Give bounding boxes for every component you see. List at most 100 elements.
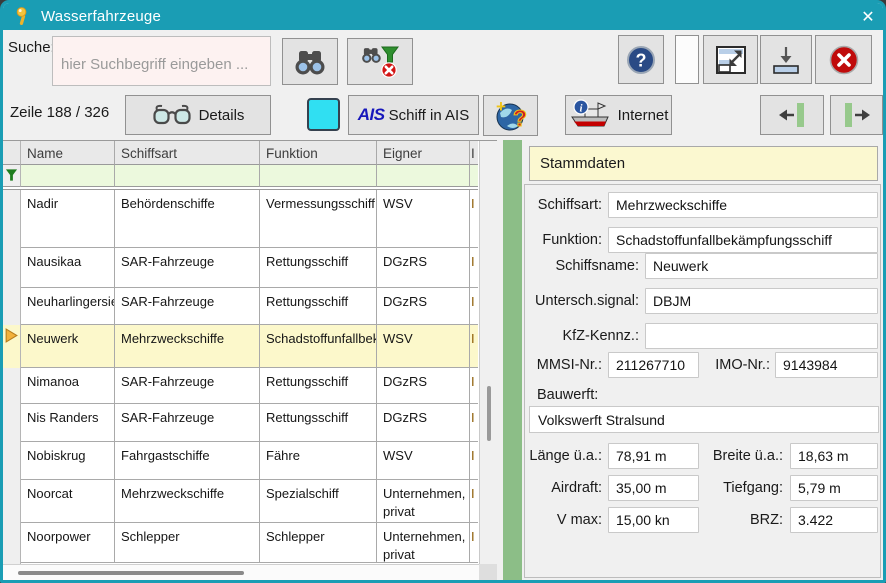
next-record-button[interactable] bbox=[830, 95, 883, 135]
cell-schiffsart[interactable]: SAR-Fahrzeuge bbox=[115, 404, 260, 442]
column-header-schiffsart[interactable]: Schiffsart bbox=[115, 141, 260, 165]
cell-eigner[interactable]: DGzRS bbox=[377, 288, 470, 325]
table-row[interactable]: Noorcat Mehrzweckschiffe Spezialschiff U… bbox=[3, 480, 478, 523]
search-input[interactable] bbox=[52, 36, 271, 86]
search-label: Suche: bbox=[8, 39, 55, 56]
table-row[interactable]: Noorpower Schlepper Schlepper Unternehme… bbox=[3, 523, 478, 563]
clear-search-button[interactable] bbox=[347, 38, 413, 85]
cell-funktion[interactable]: Rettungsschiff bbox=[260, 368, 377, 404]
table-row[interactable]: Nadir Behördenschiffe Vermessungsschiff … bbox=[3, 190, 478, 248]
cell-name[interactable]: Nobiskrug bbox=[21, 442, 115, 480]
cell-eigner[interactable]: DGzRS bbox=[377, 404, 470, 442]
svg-text:?: ? bbox=[636, 50, 647, 70]
cell-funktion[interactable]: Rettungsschiff bbox=[260, 248, 377, 288]
cell-schiffsart[interactable]: Mehrzweckschiffe bbox=[115, 325, 260, 368]
cell-name[interactable]: Nis Randers bbox=[21, 404, 115, 442]
cell-eigner[interactable]: DGzRS bbox=[377, 248, 470, 288]
funktion-field[interactable] bbox=[608, 227, 878, 253]
schiffsname-label: Schiffsname: bbox=[532, 258, 639, 274]
imo-field[interactable] bbox=[775, 352, 878, 378]
table-row[interactable]: Nobiskrug Fahrgastschiffe Fähre WSV I bbox=[3, 442, 478, 480]
cell-name[interactable]: Noorcat bbox=[21, 480, 115, 523]
filter-row[interactable] bbox=[3, 165, 478, 187]
cell-funktion[interactable]: Schadstoffunfallbek bbox=[260, 325, 377, 368]
schiffsname-field[interactable] bbox=[645, 253, 878, 279]
horizontal-scrollbar-thumb[interactable] bbox=[18, 571, 244, 575]
funktion-label: Funktion: bbox=[512, 232, 602, 248]
schiffsart-field[interactable] bbox=[608, 192, 878, 218]
cell-funktion[interactable]: Rettungsschiff bbox=[260, 404, 377, 442]
bauwerft-label: Bauwerft: bbox=[537, 387, 617, 403]
table-row[interactable]: Neuharlingersie SAR-Fahrzeuge Rettungssc… bbox=[3, 288, 478, 325]
table-row[interactable]: Nimanoa SAR-Fahrzeuge Rettungsschiff DGz… bbox=[3, 368, 478, 404]
details-button[interactable]: Details bbox=[125, 95, 271, 135]
cell-schiffsart[interactable]: SAR-Fahrzeuge bbox=[115, 368, 260, 404]
cell-funktion[interactable]: Rettungsschiff bbox=[260, 288, 377, 325]
globe-search-button[interactable]: + ? bbox=[483, 95, 538, 136]
color-indicator[interactable] bbox=[307, 98, 340, 131]
internet-button[interactable]: i Internet bbox=[565, 95, 672, 135]
cell-schiffsart[interactable]: Behördenschiffe bbox=[115, 190, 260, 248]
airdraft-field[interactable] bbox=[608, 475, 699, 501]
bauwerft-field[interactable]: Volkswerft Stralsund bbox=[529, 406, 879, 433]
cell-name[interactable]: Nausikaa bbox=[21, 248, 115, 288]
app-window: Wasserfahrzeuge ✕ Suche: bbox=[0, 0, 886, 583]
brz-field[interactable] bbox=[790, 507, 878, 533]
table-horizontal-scrollbar[interactable] bbox=[3, 564, 479, 580]
blank-button[interactable] bbox=[675, 35, 699, 84]
filter-cell[interactable] bbox=[21, 165, 115, 187]
cell-eigner[interactable]: Unternehmen, privat bbox=[377, 523, 470, 563]
titlebar-close-button[interactable]: ✕ bbox=[855, 5, 881, 29]
filter-cell[interactable] bbox=[260, 165, 377, 187]
cell-name[interactable]: Neuwerk bbox=[21, 325, 115, 368]
laenge-label: Länge ü.a.: bbox=[517, 448, 602, 464]
stammdaten-header: Stammdaten bbox=[529, 146, 878, 181]
cell-truncated: I bbox=[470, 480, 478, 523]
cell-schiffsart[interactable]: SAR-Fahrzeuge bbox=[115, 288, 260, 325]
cell-eigner[interactable]: WSV bbox=[377, 190, 470, 248]
column-header-name[interactable]: Name bbox=[21, 141, 115, 165]
cell-funktion[interactable]: Spezialschiff bbox=[260, 480, 377, 523]
cell-name[interactable]: Nimanoa bbox=[21, 368, 115, 404]
cell-schiffsart[interactable]: Mehrzweckschiffe bbox=[115, 480, 260, 523]
cell-eigner[interactable]: DGzRS bbox=[377, 368, 470, 404]
column-header-eigner[interactable]: Eigner bbox=[377, 141, 470, 165]
laenge-field[interactable] bbox=[608, 443, 699, 469]
help-button[interactable]: ? bbox=[618, 35, 664, 84]
previous-record-button[interactable] bbox=[760, 95, 824, 135]
untersch-signal-field[interactable] bbox=[645, 288, 878, 314]
cell-schiffsart[interactable]: SAR-Fahrzeuge bbox=[115, 248, 260, 288]
cell-funktion[interactable]: Fähre bbox=[260, 442, 377, 480]
table-row[interactable]: Nis Randers SAR-Fahrzeuge Rettungsschiff… bbox=[3, 404, 478, 442]
table-row[interactable]: Neuwerk Mehrzweckschiffe Schadstoffunfal… bbox=[3, 325, 478, 368]
dock-bottom-icon bbox=[770, 44, 802, 76]
resize-window-button[interactable] bbox=[703, 35, 758, 84]
cell-eigner[interactable]: WSV bbox=[377, 442, 470, 480]
cell-funktion[interactable]: Vermessungsschiff bbox=[260, 190, 377, 248]
vmax-field[interactable] bbox=[608, 507, 699, 533]
cell-eigner[interactable]: Unternehmen, privat bbox=[377, 480, 470, 523]
kfz-kennz-field[interactable] bbox=[645, 323, 878, 349]
cell-funktion[interactable]: Schlepper bbox=[260, 523, 377, 563]
cell-name[interactable]: Neuharlingersie bbox=[21, 288, 115, 325]
cell-name[interactable]: Nadir bbox=[21, 190, 115, 248]
cell-name[interactable]: Noorpower bbox=[21, 523, 115, 563]
table-row[interactable]: Nausikaa SAR-Fahrzeuge Rettungsschiff DG… bbox=[3, 248, 478, 288]
cell-schiffsart[interactable]: Schlepper bbox=[115, 523, 260, 563]
cell-eigner[interactable]: WSV bbox=[377, 325, 470, 368]
column-header-funktion[interactable]: Funktion bbox=[260, 141, 377, 165]
minimize-to-bottom-button[interactable] bbox=[760, 35, 812, 84]
filter-cell[interactable] bbox=[115, 165, 260, 187]
close-app-button[interactable] bbox=[815, 35, 872, 84]
filter-cell[interactable] bbox=[377, 165, 470, 187]
vertical-scrollbar-thumb[interactable] bbox=[487, 386, 491, 441]
tiefgang-field[interactable] bbox=[790, 475, 878, 501]
binoculars-icon bbox=[293, 48, 327, 76]
mmsi-field[interactable] bbox=[608, 352, 699, 378]
breite-field[interactable] bbox=[790, 443, 878, 469]
search-button[interactable] bbox=[282, 38, 338, 85]
table-vertical-scrollbar[interactable] bbox=[479, 141, 497, 564]
cell-schiffsart[interactable]: Fahrgastschiffe bbox=[115, 442, 260, 480]
ais-button[interactable]: AIS Schiff in AIS bbox=[348, 95, 479, 135]
glasses-icon bbox=[152, 104, 192, 126]
